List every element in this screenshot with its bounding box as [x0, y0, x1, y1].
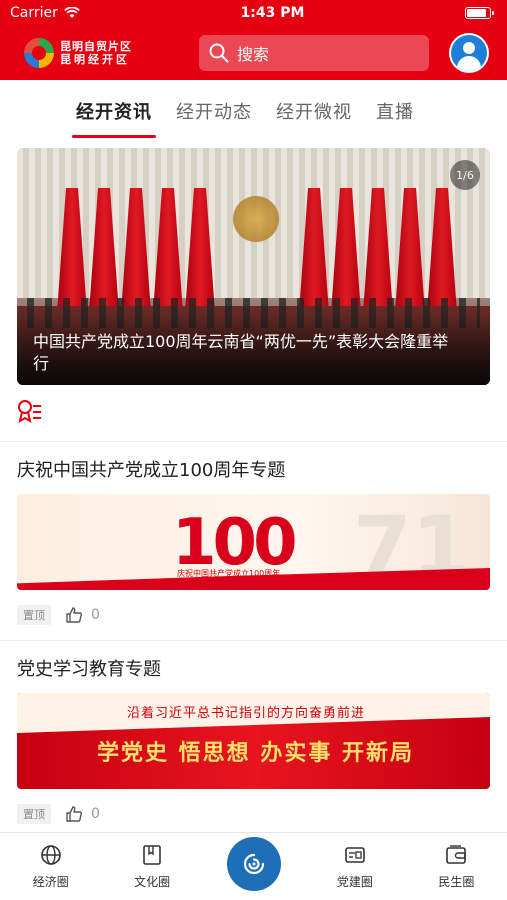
logo-line1: 昆明自贸片区 [60, 40, 132, 53]
like-button[interactable]: 0 [65, 606, 100, 624]
tabbar-label: 文化圈 [134, 875, 171, 889]
app-header: 昆明自贸片区 昆明经开区 搜索 [0, 26, 507, 80]
tabbar-item-economy[interactable]: 经济圈 [0, 843, 101, 890]
list-item[interactable]: 庆祝中国共产党成立100周年专题 71 100 庆祝中国共产党成立100周年 置… [0, 442, 507, 641]
globe-icon [40, 845, 61, 865]
tab-jingkai-updates[interactable]: 经开动态 [176, 90, 252, 132]
award-list-icon [18, 400, 41, 424]
tabbar-label: 民生圈 [438, 875, 475, 889]
search-icon [209, 43, 229, 63]
like-count: 0 [91, 806, 100, 822]
tabbar-item-livelihood[interactable]: 民生圈 [406, 843, 507, 890]
battery-icon [465, 7, 494, 19]
book-icon [143, 845, 161, 865]
like-count: 0 [91, 607, 100, 623]
thumbs-up-icon [66, 806, 82, 822]
headline-carousel[interactable]: 1/6 中国共产党成立100周年云南省“两优一先”表彰大会隆重举行 [17, 148, 490, 385]
wallet-icon [446, 845, 467, 864]
swirl-logo-icon [226, 837, 281, 891]
category-tabs: 经开资讯 经开动态 经开微视 直播 [0, 80, 507, 142]
bottom-tab-bar: 经济圈 文化圈 党建圈 民生圈 [0, 832, 507, 900]
tabbar-item-culture[interactable]: 文化圈 [101, 843, 202, 890]
user-avatar[interactable] [449, 33, 489, 73]
tabbar-item-home[interactable] [203, 837, 304, 891]
article-title: 庆祝中国共产党成立100周年专题 [17, 460, 286, 481]
search-bar[interactable]: 搜索 [199, 35, 429, 71]
pinned-badge: 置顶 [17, 804, 51, 824]
status-time: 1:43 PM [240, 5, 305, 21]
search-placeholder: 搜索 [237, 45, 270, 64]
tab-jingkai-video[interactable]: 经开微视 [276, 90, 352, 132]
list-header [0, 385, 507, 442]
article-title: 党史学习教育专题 [17, 659, 161, 680]
app-logo: 昆明自贸片区 昆明经开区 [24, 38, 199, 68]
pinned-badge: 置顶 [17, 605, 51, 625]
tabbar-label: 经济圈 [32, 875, 69, 889]
article-image: 沿着习近平总书记指引的方向奋勇前进 学党史 悟思想 办实事 开新局 [17, 693, 490, 789]
tab-live[interactable]: 直播 [376, 90, 414, 132]
logo-mark-icon [24, 38, 54, 68]
carrier-label: Carrier [10, 5, 58, 21]
tabbar-label: 党建圈 [336, 875, 373, 889]
thumbs-up-icon [66, 607, 82, 623]
party-emblem-icon [233, 196, 279, 242]
article-image: 71 100 庆祝中国共产党成立100周年 [17, 494, 490, 590]
id-card-icon [345, 847, 365, 863]
like-button[interactable]: 0 [65, 805, 100, 823]
carousel-caption: 中国共产党成立100周年云南省“两优一先”表彰大会隆重举行 [33, 332, 449, 373]
status-bar: Carrier 1:43 PM [0, 0, 507, 26]
carousel-counter: 1/6 [450, 160, 480, 190]
wifi-icon [64, 7, 80, 18]
logo-line2: 昆明经开区 [60, 53, 130, 66]
top-bar: Carrier 1:43 PM 昆明自贸片区 昆明经开区 搜索 [0, 0, 507, 80]
tab-jingkai-news[interactable]: 经开资讯 [72, 90, 156, 138]
list-item[interactable]: 党史学习教育专题 沿着习近平总书记指引的方向奋勇前进 学党史 悟思想 办实事 开… [0, 641, 507, 840]
tabbar-item-party[interactable]: 党建圈 [304, 843, 405, 890]
